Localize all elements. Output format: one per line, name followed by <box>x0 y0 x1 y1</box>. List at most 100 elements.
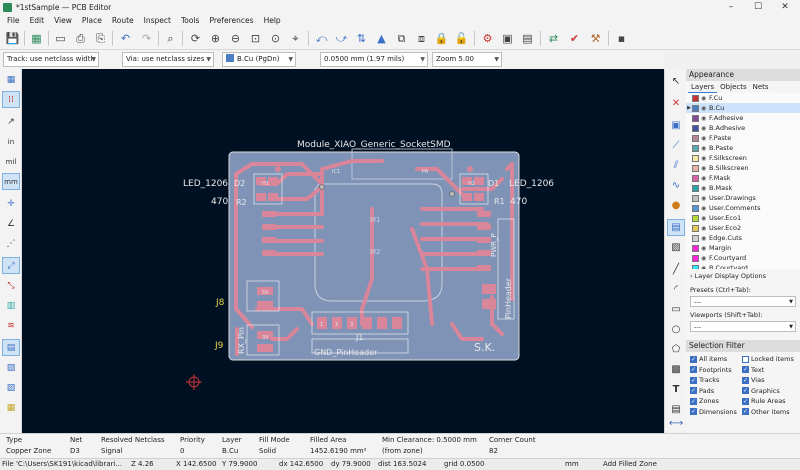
selection-filter-checkbox[interactable]: ✓ Other items <box>742 407 798 418</box>
layer-row[interactable]: ◉ F.Courtyard <box>686 253 800 263</box>
eye-icon[interactable]: ◉ <box>701 255 709 262</box>
via-outline-icon[interactable]: ▨ <box>2 379 20 396</box>
eye-icon[interactable]: ◉ <box>701 175 709 182</box>
layer-color-swatch[interactable] <box>692 234 699 242</box>
layer-color-swatch[interactable] <box>692 94 699 102</box>
zoom-in-icon[interactable]: ⊕ <box>207 30 224 47</box>
menu-view[interactable]: View <box>49 16 77 25</box>
layer-color-swatch[interactable] <box>692 154 699 162</box>
selection-filter-checkbox[interactable]: ✓ Text <box>742 365 798 376</box>
inch-units-icon[interactable]: in <box>2 133 20 150</box>
active-layer-select[interactable]: B.Cu (PgDn) ▼ <box>222 52 296 67</box>
mm-units-icon[interactable]: mm <box>2 173 20 190</box>
presets-select[interactable]: --- ▼ <box>690 296 796 307</box>
layer-color-swatch[interactable] <box>692 244 699 252</box>
add-text-icon[interactable]: T <box>667 381 685 398</box>
eye-icon[interactable]: ◉ <box>701 125 709 132</box>
draw-line-icon[interactable]: ╱ <box>667 261 685 278</box>
layer-row[interactable]: ▶ ◉ B.Cu <box>686 103 800 113</box>
page-settings-icon[interactable]: ▭ <box>52 30 69 47</box>
select-icon[interactable]: ↖ <box>667 73 685 90</box>
layer-manager-icon[interactable]: ▦ <box>2 399 20 416</box>
update-from-schematic-icon[interactable]: ⇄ <box>545 30 562 47</box>
layer-color-swatch[interactable] <box>692 184 699 192</box>
mil-units-icon[interactable]: mil <box>2 153 20 170</box>
layer-color-swatch[interactable] <box>692 124 699 132</box>
tune-length-icon[interactable]: ∿ <box>667 177 685 194</box>
curved-ratsnest-icon[interactable]: ⤢ <box>2 257 20 274</box>
eye-icon[interactable]: ◉ <box>701 265 709 270</box>
eye-icon[interactable]: ◉ <box>701 195 709 202</box>
angle-constraint-icon[interactable]: ∠ <box>2 215 20 232</box>
zoom-select[interactable]: Zoom 5.00 ▼ <box>432 52 502 67</box>
selection-filter-checkbox[interactable]: ✓ All items <box>690 354 742 365</box>
layer-color-swatch[interactable] <box>692 174 699 182</box>
layer-row[interactable]: ◉ B.Silkscreen <box>686 163 800 173</box>
add-via-icon[interactable]: ● <box>667 197 685 214</box>
grid-toggle-icon[interactable]: ⁞⁞ <box>2 91 20 108</box>
selection-filter-checkbox[interactable]: ✓ Dimensions <box>690 407 742 418</box>
selection-filter-checkbox[interactable]: ✓ Graphics <box>742 386 798 397</box>
layer-row[interactable]: ◉ User.Drawings <box>686 193 800 203</box>
zone-fill-icon[interactable]: ▥ <box>2 297 20 314</box>
grid-select[interactable]: 0.0500 mm (1.97 mils) ▼ <box>320 52 428 67</box>
print-icon[interactable]: ⎙ <box>72 30 89 47</box>
drc-marker-icon[interactable]: ▦ <box>2 71 20 88</box>
zoom-fit-icon[interactable]: ⊡ <box>247 30 264 47</box>
layer-display-options[interactable]: › Layer Display Options <box>686 271 800 282</box>
eye-icon[interactable]: ◉ <box>701 95 709 102</box>
selection-filter-checkbox[interactable]: ✓ Pads <box>690 386 742 397</box>
layer-color-swatch[interactable] <box>692 134 699 142</box>
draw-circle-icon[interactable]: ○ <box>667 321 685 338</box>
layer-color-swatch[interactable] <box>692 204 699 212</box>
menu-help[interactable]: Help <box>259 16 286 25</box>
undo-icon[interactable]: ↶ <box>117 30 134 47</box>
menu-route[interactable]: Route <box>107 16 139 25</box>
zoom-objects-icon[interactable]: ⊙ <box>267 30 284 47</box>
menu-place[interactable]: Place <box>77 16 107 25</box>
track-width-select[interactable]: Track: use netclass width ▼ <box>3 52 99 67</box>
layer-row[interactable]: ◉ User.Comments <box>686 203 800 213</box>
layer-row[interactable]: ◉ F.Cu <box>686 93 800 103</box>
differential-pair-icon[interactable]: ⫽ <box>667 157 685 174</box>
eye-icon[interactable]: ◉ <box>701 205 709 212</box>
layer-color-swatch[interactable] <box>692 164 699 172</box>
minimize-icon[interactable]: – <box>718 0 744 14</box>
menu-inspect[interactable]: Inspect <box>139 16 176 25</box>
footprint-browser-icon[interactable]: ▤ <box>519 30 536 47</box>
layer-row[interactable]: ◉ B.Mask <box>686 183 800 193</box>
eye-icon[interactable]: ◉ <box>701 225 709 232</box>
tab-objects[interactable]: Objects <box>717 81 749 93</box>
group-icon[interactable]: ⧉ <box>393 30 410 47</box>
find-icon[interactable]: ⌕ <box>162 30 179 47</box>
menu-file[interactable]: File <box>2 16 25 25</box>
rotate-ccw-icon[interactable]: ⤺ <box>313 30 330 47</box>
menu-edit[interactable]: Edit <box>25 16 50 25</box>
plot-icon[interactable]: ⎘ <box>92 30 109 47</box>
zoom-out-icon[interactable]: ⊖ <box>227 30 244 47</box>
eye-icon[interactable]: ◉ <box>701 145 709 152</box>
scripting-icon[interactable]: ⚒ <box>587 30 604 47</box>
eye-icon[interactable]: ◉ <box>701 165 709 172</box>
mirror-icon[interactable]: ▲ <box>373 30 390 47</box>
footprint-editor-icon[interactable]: ▣ <box>499 30 516 47</box>
layer-color-swatch[interactable] <box>692 254 699 262</box>
pcb-canvas[interactable]: Module_XIAO_Generic_SocketSMD LED_1206 D… <box>22 69 664 433</box>
zoom-selection-icon[interactable]: ⌖ <box>287 30 304 47</box>
add-filled-zone-icon[interactable]: ▤ <box>667 219 685 236</box>
zone-display-icon[interactable]: ▤ <box>2 339 20 356</box>
layer-color-swatch[interactable] <box>692 194 699 202</box>
lock-icon[interactable]: 🔒 <box>433 30 450 47</box>
selection-filter-checkbox[interactable]: ✓ Rule Areas <box>742 396 798 407</box>
local-ratsnest-icon[interactable]: ✕ <box>667 95 685 112</box>
layer-row[interactable]: ◉ F.Adhesive <box>686 113 800 123</box>
via-size-select[interactable]: Via: use netclass sizes ▼ <box>122 52 214 67</box>
tab-layers[interactable]: Layers <box>688 81 718 93</box>
eye-icon[interactable]: ◉ <box>701 155 709 162</box>
ratsnest-icon[interactable]: ⋰ <box>2 235 20 252</box>
layer-color-swatch[interactable] <box>692 114 699 122</box>
selection-filter-checkbox[interactable]: ✓ Zones <box>690 396 742 407</box>
board-setup-icon[interactable]: ▦ <box>28 30 45 47</box>
menu-tools[interactable]: Tools <box>176 16 204 25</box>
pad-outline-icon[interactable]: ▧ <box>2 359 20 376</box>
